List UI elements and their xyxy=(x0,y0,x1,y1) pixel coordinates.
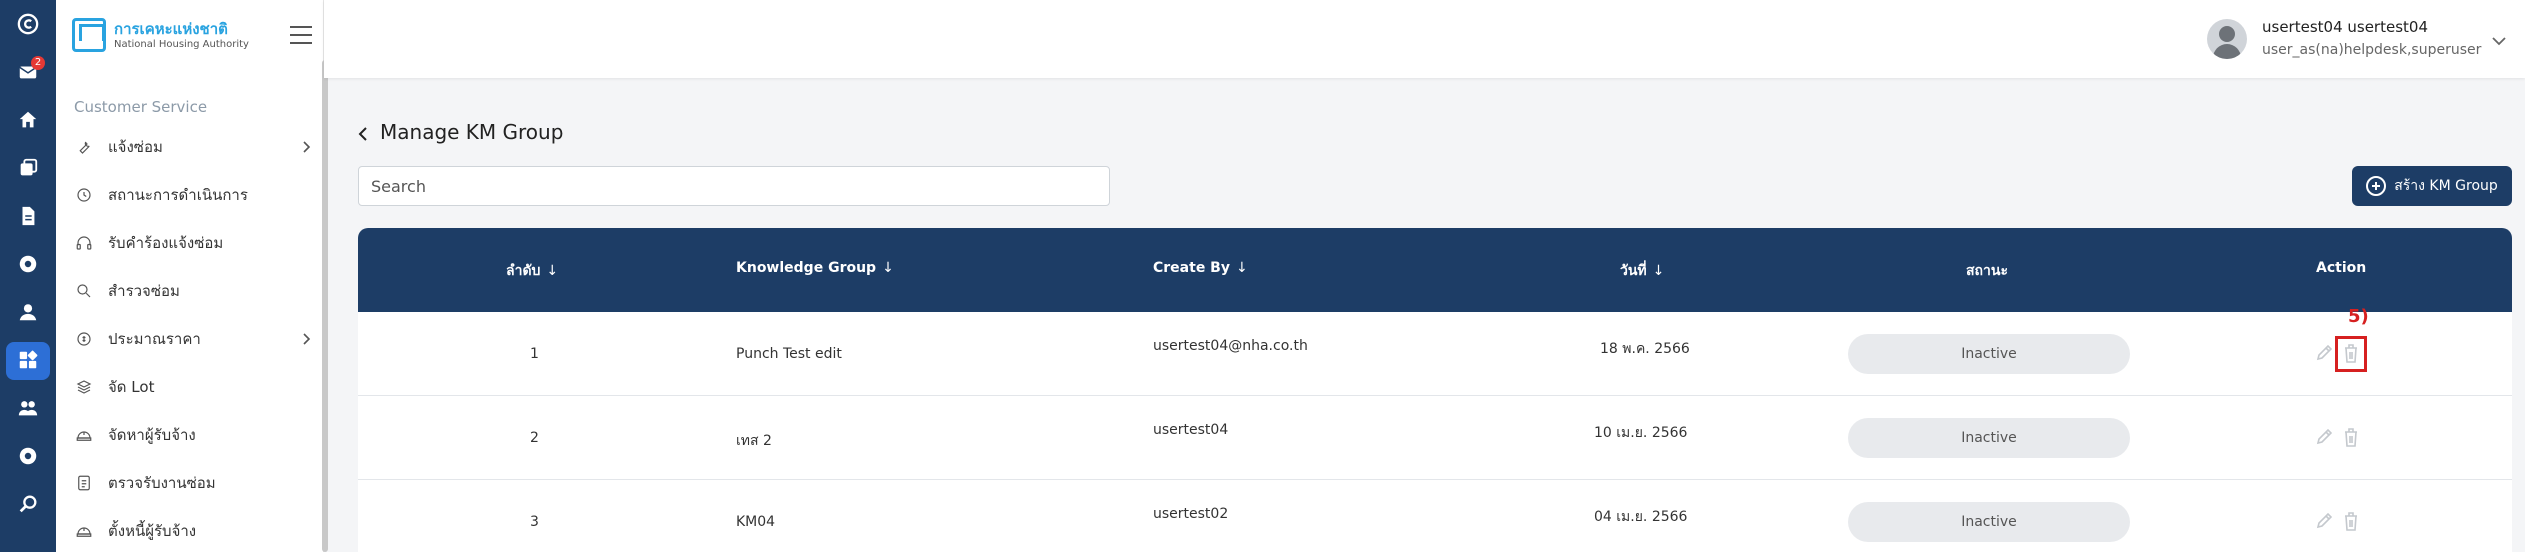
knowledge-group: Punch Test edit xyxy=(736,346,842,362)
sidebar-item-label: แจ้งซ่อม xyxy=(108,138,163,156)
knowledge-group: KM04 xyxy=(736,514,776,530)
date: 10 เม.ย. 2566 xyxy=(1594,425,1688,441)
search-input[interactable] xyxy=(358,166,1110,206)
search-icon[interactable] xyxy=(0,484,56,524)
date: 04 เม.ย. 2566 xyxy=(1594,509,1688,525)
edit-icon[interactable] xyxy=(2314,510,2334,532)
sidebar-item-contractor-debt[interactable]: ตั้งหนี้ผู้รับจ้าง xyxy=(74,516,314,546)
sidebar-scrollbar[interactable] xyxy=(322,60,328,552)
sidebar-item-label: จัดหาผู้รับจ้าง xyxy=(108,426,196,444)
status-badge: Inactive xyxy=(1848,334,2130,374)
row-number: 3 xyxy=(530,514,539,530)
nha-logo[interactable]: การเคหะแห่งชาติ National Housing Authori… xyxy=(72,18,249,52)
sidebar-item-lot[interactable]: จัด Lot xyxy=(74,372,314,402)
user-name: usertest04 usertest04 xyxy=(2262,18,2428,36)
create-button-label: สร้าง KM Group xyxy=(2394,178,2498,194)
chevron-right-icon xyxy=(303,141,311,153)
table-row: 1 Punch Test edit usertest04@nha.co.th 1… xyxy=(358,312,2512,396)
checklist-icon xyxy=(74,473,94,493)
created-by: usertest04 xyxy=(1153,422,1229,438)
document-icon[interactable] xyxy=(0,196,56,236)
user-role: user_as(na)helpdesk,superuser xyxy=(2262,42,2482,58)
stack-icon xyxy=(74,377,94,397)
sidebar-item-label: สถานะการดำเนินการ xyxy=(108,186,248,204)
logo-subtitle: National Housing Authority xyxy=(114,38,249,50)
helmet-icon xyxy=(74,521,94,541)
column-header-status: สถานะ xyxy=(1966,263,2008,279)
sidebar-item-label: รับคำร้องแจ้งซ่อม xyxy=(108,234,224,252)
back-arrow-icon[interactable] xyxy=(356,126,370,142)
logo-mark-icon xyxy=(72,18,106,52)
settings-icon[interactable] xyxy=(0,436,56,476)
create-km-group-button[interactable]: สร้าง KM Group xyxy=(2352,166,2512,206)
helmet-icon xyxy=(74,425,94,445)
add-circle-icon xyxy=(2366,176,2387,196)
sidebar-item-label: ตั้งหนี้ผู้รับจ้าง xyxy=(108,522,197,540)
edit-icon[interactable] xyxy=(2314,342,2334,364)
hamburger-menu-icon[interactable] xyxy=(290,26,312,44)
column-header-create-by[interactable]: Create By ↓ xyxy=(1153,260,1248,276)
sidebar-item-inspect-work[interactable]: ตรวจรับงานซ่อม xyxy=(74,468,314,498)
chevron-down-icon[interactable] xyxy=(2490,34,2508,48)
logo-icon[interactable] xyxy=(0,4,56,44)
logo-title: การเคหะแห่งชาติ xyxy=(114,19,228,38)
column-header-date[interactable]: วันที่ ↓ xyxy=(1620,260,1664,282)
sidebar-item-status[interactable]: สถานะการดำเนินการ xyxy=(74,180,314,210)
sidebar-item-label: ประมาณราคา xyxy=(108,330,201,348)
status-badge: Inactive xyxy=(1848,418,2130,458)
sidebar-item-receive-request[interactable]: รับคำร้องแจ้งซ่อม xyxy=(74,228,314,258)
sidebar: การเคหะแห่งชาติ National Housing Authori… xyxy=(56,0,328,552)
sidebar-item-label: สำรวจซ่อม xyxy=(108,282,180,300)
gear-icon[interactable] xyxy=(0,244,56,284)
top-bar xyxy=(324,0,2525,78)
coin-icon xyxy=(74,329,94,349)
sidebar-item-label: จัด Lot xyxy=(108,378,155,396)
notification-badge: 2 xyxy=(31,56,45,70)
trash-icon[interactable] xyxy=(2341,426,2361,448)
table-row: 3 KM04 usertest02 04 เม.ย. 2566 Inactive xyxy=(358,480,2512,552)
sidebar-item-procure-contractor[interactable]: จัดหาผู้รับจ้าง xyxy=(74,420,314,450)
user-icon[interactable] xyxy=(0,292,56,332)
date: 18 พ.ค. 2566 xyxy=(1600,341,1690,357)
sidebar-item-estimate[interactable]: ประมาณราคา xyxy=(74,324,314,354)
column-header-no[interactable]: ลำดับ ↓ xyxy=(506,260,558,282)
avatar[interactable] xyxy=(2207,19,2247,59)
home-icon[interactable] xyxy=(0,100,56,140)
km-group-table: ลำดับ ↓ Knowledge Group ↓ Create By ↓ วันที… xyxy=(358,228,2512,552)
column-header-action: Action xyxy=(2316,260,2367,276)
mail-icon[interactable]: 2 xyxy=(0,52,56,92)
team-icon[interactable] xyxy=(0,388,56,428)
column-header-group[interactable]: Knowledge Group ↓ xyxy=(736,260,894,276)
section-label: Customer Service xyxy=(74,98,208,116)
chevron-right-icon xyxy=(303,333,311,345)
table-row: 2 เทส 2 usertest04 10 เม.ย. 2566 Inactiv… xyxy=(358,396,2512,480)
dashboard-icon[interactable] xyxy=(0,340,56,380)
search-icon xyxy=(74,281,94,301)
icon-rail: 2 xyxy=(0,0,56,552)
layers-icon[interactable] xyxy=(0,148,56,188)
page-title: Manage KM Group xyxy=(380,120,564,144)
headset-icon xyxy=(74,233,94,253)
row-number: 2 xyxy=(530,430,539,446)
knowledge-group: เทส 2 xyxy=(736,433,772,449)
annotation-step-label: 5) xyxy=(2348,306,2369,327)
history-icon xyxy=(74,185,94,205)
sidebar-item-survey[interactable]: สำรวจซ่อม xyxy=(74,276,314,306)
trash-icon[interactable] xyxy=(2341,510,2361,532)
wrench-icon xyxy=(74,137,94,157)
sidebar-item-label: ตรวจรับงานซ่อม xyxy=(108,474,216,492)
table-header: ลำดับ ↓ Knowledge Group ↓ Create By ↓ วันที… xyxy=(358,228,2512,312)
created-by: usertest04@nha.co.th xyxy=(1153,338,1308,354)
row-number: 1 xyxy=(530,346,539,362)
sidebar-item-repair[interactable]: แจ้งซ่อม xyxy=(74,132,314,162)
created-by: usertest02 xyxy=(1153,506,1229,522)
annotation-highlight-box xyxy=(2335,336,2367,372)
status-badge: Inactive xyxy=(1848,502,2130,542)
edit-icon[interactable] xyxy=(2314,426,2334,448)
